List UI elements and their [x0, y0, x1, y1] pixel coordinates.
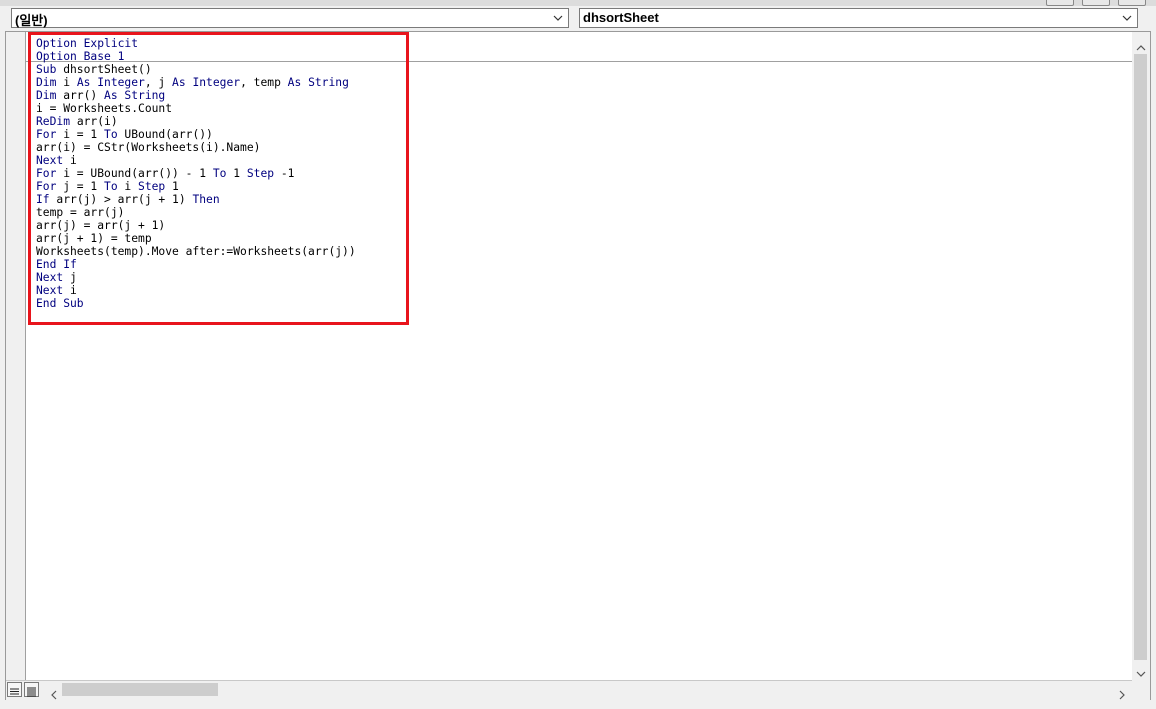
- code-line[interactable]: For i = UBound(arr()) - 1 To 1 Step -1: [36, 167, 356, 180]
- code-line[interactable]: Dim i As Integer, j As Integer, temp As …: [36, 76, 356, 89]
- minimize-button[interactable]: [1046, 0, 1074, 6]
- arrow-left-icon[interactable]: [49, 685, 59, 700]
- code-token: j = 1: [56, 180, 105, 193]
- code-keyword: ReDim: [36, 115, 71, 128]
- code-keyword: Then: [192, 193, 220, 206]
- code-line[interactable]: Option Explicit: [36, 37, 356, 50]
- code-keyword: As String: [104, 89, 166, 102]
- code-line[interactable]: If arr(j) > arr(j + 1) Then: [36, 193, 356, 206]
- horizontal-scroll-thumb[interactable]: [62, 683, 218, 696]
- code-keyword: Next: [36, 271, 64, 284]
- window-titlebar: [0, 0, 1156, 6]
- code-keyword: To: [104, 128, 118, 141]
- code-line[interactable]: i = Worksheets.Count: [36, 102, 356, 115]
- code-line[interactable]: Option Base 1: [36, 50, 356, 63]
- code-token: arr(j + 1) = temp: [36, 232, 152, 245]
- code-token: dhsortSheet(): [56, 63, 152, 76]
- arrow-right-icon[interactable]: [1117, 685, 1127, 700]
- code-keyword: To: [104, 180, 118, 193]
- chevron-down-icon[interactable]: [552, 10, 564, 26]
- code-line[interactable]: Next i: [36, 284, 356, 297]
- code-token: j: [63, 271, 77, 284]
- code-keyword: To: [212, 167, 227, 180]
- code-line[interactable]: Next j: [36, 271, 356, 284]
- code-keyword: Dim: [36, 89, 57, 102]
- code-token: 1: [226, 167, 247, 180]
- code-token: i: [56, 76, 77, 89]
- scrollbar-corner: [1132, 680, 1150, 699]
- code-token: Worksheets(temp).Move after:=Worksheets(…: [36, 245, 356, 258]
- code-text[interactable]: Option Explicit Option Base 1 Sub dhsortSh…: [36, 37, 356, 310]
- code-line[interactable]: arr(j + 1) = temp: [36, 232, 356, 245]
- code-keyword: Step: [138, 180, 166, 193]
- procedure-combo-value: dhsortSheet: [583, 10, 659, 25]
- editor-bottom-bar: [6, 680, 1150, 700]
- code-line[interactable]: Dim arr() As String: [36, 89, 356, 102]
- code-keyword: Option Base 1: [36, 50, 125, 63]
- code-line[interactable]: End Sub: [36, 297, 356, 310]
- arrow-up-icon[interactable]: [1135, 38, 1147, 51]
- code-line[interactable]: End If: [36, 258, 356, 271]
- full-module-view-icon[interactable]: [24, 682, 39, 697]
- code-keyword: For: [36, 128, 57, 141]
- code-token: i = 1: [56, 128, 105, 141]
- code-keyword: Next: [36, 284, 64, 297]
- code-keyword: Option Explicit: [36, 37, 139, 50]
- code-line[interactable]: arr(j) = arr(j + 1): [36, 219, 356, 232]
- code-token: i: [63, 154, 77, 167]
- code-keyword: End Sub: [36, 297, 84, 310]
- code-token: i = Worksheets.Count: [36, 102, 173, 115]
- code-line[interactable]: temp = arr(j): [36, 206, 356, 219]
- arrow-down-icon[interactable]: [1135, 664, 1147, 677]
- code-line[interactable]: Worksheets(temp).Move after:=Worksheets(…: [36, 245, 356, 258]
- code-keyword: Sub: [36, 63, 57, 76]
- procedure-view-icon[interactable]: [7, 682, 22, 697]
- code-token: temp = arr(j): [36, 206, 125, 219]
- code-line[interactable]: Next i: [36, 154, 356, 167]
- procedure-combo[interactable]: dhsortSheet: [579, 8, 1138, 28]
- code-keyword: For: [36, 180, 57, 193]
- code-token: arr(i): [70, 115, 118, 128]
- code-token: arr(j) = arr(j + 1): [36, 219, 166, 232]
- code-token: i = UBound(arr()) - 1: [56, 167, 213, 180]
- vertical-scrollbar[interactable]: [1132, 32, 1150, 680]
- code-token: i: [117, 180, 139, 193]
- code-editor[interactable]: Option Explicit Option Base 1 Sub dhsortSh…: [5, 31, 1151, 700]
- maximize-button[interactable]: [1082, 0, 1110, 6]
- close-button[interactable]: [1118, 0, 1146, 6]
- code-keyword: For: [36, 167, 57, 180]
- code-keyword: Step: [246, 167, 275, 180]
- code-keyword: As Integer: [172, 76, 241, 89]
- code-line[interactable]: For i = 1 To UBound(arr()): [36, 128, 356, 141]
- code-line[interactable]: arr(i) = CStr(Worksheets(i).Name): [36, 141, 356, 154]
- code-keyword: As Integer: [76, 76, 145, 89]
- code-token: -1: [274, 167, 295, 180]
- code-line[interactable]: For j = 1 To i Step 1: [36, 180, 356, 193]
- code-token: 1: [165, 180, 179, 193]
- code-line[interactable]: ReDim arr(i): [36, 115, 356, 128]
- margin-indicator-bar[interactable]: [6, 32, 26, 680]
- code-keyword: Dim: [36, 76, 57, 89]
- code-keyword: Next: [36, 154, 64, 167]
- code-keyword: As String: [287, 76, 349, 89]
- code-token: , j: [144, 76, 173, 89]
- code-token: UBound(arr()): [117, 128, 213, 141]
- code-token: , temp: [240, 76, 288, 89]
- vertical-scroll-thumb[interactable]: [1134, 54, 1147, 660]
- chevron-down-icon[interactable]: [1121, 10, 1133, 26]
- code-line[interactable]: Sub dhsortSheet(): [36, 63, 356, 76]
- code-token: i: [63, 284, 77, 297]
- code-token: arr(i) = CStr(Worksheets(i).Name): [36, 141, 261, 154]
- object-combo-value: (일반): [15, 13, 48, 28]
- code-token: arr(j) > arr(j + 1): [49, 193, 193, 206]
- code-keyword: End If: [36, 258, 77, 271]
- horizontal-scrollbar[interactable]: [46, 681, 1132, 700]
- object-combo[interactable]: (일반): [11, 8, 569, 28]
- code-keyword: If: [36, 193, 50, 206]
- code-token: arr(): [56, 89, 105, 102]
